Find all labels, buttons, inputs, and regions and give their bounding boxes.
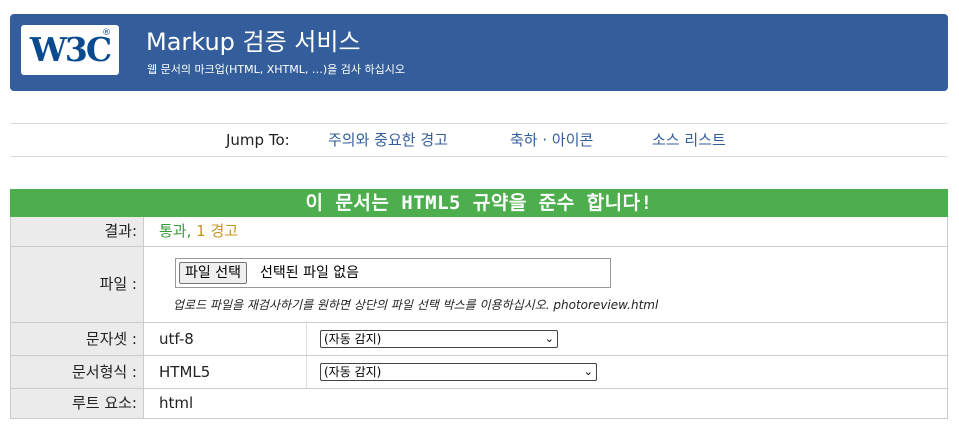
file-hint: 업로드 파일을 재검사하기를 원하면 상단의 파일 선택 박스를 이용하십시오.… (173, 298, 659, 312)
result-label: 결과: (11, 217, 144, 246)
charset-label: 문자셋 : (11, 323, 144, 355)
file-input[interactable]: 파일 선택 선택된 파일 없음 (175, 258, 611, 288)
warning-count-link[interactable]: 1 경고 (191, 222, 238, 240)
registered-mark: ® (102, 28, 111, 38)
file-row: 파일 : 파일 선택 선택된 파일 없음 업로드 파일을 재검사하기를 원하면 … (10, 247, 948, 323)
file-label: 파일 : (11, 247, 144, 322)
jump-nav: Jump To: 주의와 중요한 경고 축하 · 아이콘 소스 리스트 (10, 123, 948, 157)
pass-text: 통과, (159, 222, 192, 240)
root-element-label: 루트 요소: (11, 389, 144, 418)
chevron-down-icon: ⌄ (544, 332, 554, 345)
cell-divider (306, 356, 307, 388)
w3c-logo[interactable]: W3C ® (21, 25, 119, 75)
charset-value: utf-8 (159, 330, 194, 348)
root-element-value: html (159, 394, 194, 412)
jump-to-label: Jump To: (226, 131, 290, 149)
jump-link-warnings[interactable]: 주의와 중요한 경고 (328, 130, 448, 150)
result-value: 통과, 1 경고 (159, 217, 238, 246)
page-title: Markup 검증 서비스 (146, 28, 361, 56)
doctype-select-value: (자동 감지) (324, 365, 382, 379)
doctype-value: HTML5 (159, 363, 211, 381)
charset-select-value: (자동 감지) (324, 332, 382, 346)
result-row: 결과: 통과, 1 경고 (10, 217, 948, 247)
charset-row: 문자셋 : utf-8 (자동 감지) ⌄ (10, 323, 948, 356)
result-banner: 이 문서는 HTML5 규약을 준수 합니다! (10, 189, 948, 217)
doctype-select[interactable]: (자동 감지) ⌄ (320, 363, 597, 381)
doctype-label: 문서형식 : (11, 356, 144, 388)
root-element-row: 루트 요소: html (10, 389, 948, 419)
jump-link-congrats[interactable]: 축하 · 아이콘 (510, 130, 593, 150)
jump-link-source[interactable]: 소스 리스트 (652, 130, 726, 150)
doctype-row: 문서형식 : HTML5 (자동 감지) ⌄ (10, 356, 948, 389)
chevron-down-icon: ⌄ (583, 365, 593, 378)
choose-file-button[interactable]: 파일 선택 (179, 262, 247, 284)
file-status: 선택된 파일 없음 (260, 265, 360, 281)
cell-divider (306, 323, 307, 355)
header-banner: W3C ® Markup 검증 서비스 웹 문서의 마크업(HTML, XHTM… (10, 14, 948, 91)
page-subtitle: 웹 문서의 마크업(HTML, XHTML, …)을 검사 하십시오 (147, 63, 405, 76)
charset-select[interactable]: (자동 감지) ⌄ (320, 330, 558, 348)
